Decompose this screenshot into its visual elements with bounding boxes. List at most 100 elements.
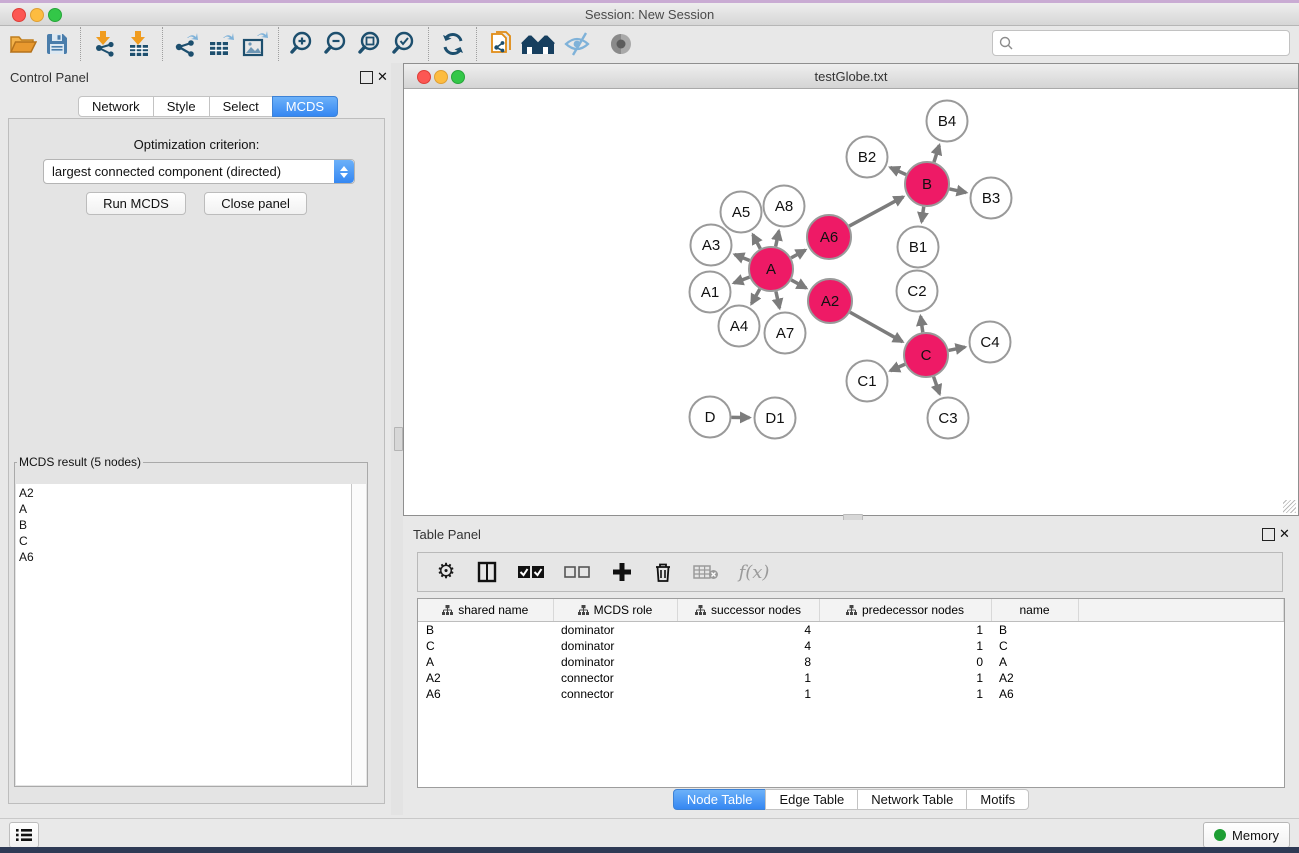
zoom-out-button[interactable] (320, 28, 354, 60)
function-icon: f(x) (739, 562, 770, 583)
table-cell: 4 (677, 622, 819, 639)
import-table-button[interactable] (122, 28, 156, 60)
table-row[interactable]: Bdominator41B (418, 622, 1284, 639)
node-table-container: shared name MCDS role successor nodes pr… (417, 598, 1285, 788)
tab-network[interactable]: Network (78, 96, 154, 117)
column-tree-icon (578, 604, 589, 618)
run-mcds-button[interactable]: Run MCDS (86, 192, 186, 215)
table-row[interactable]: A6connector11A6 (418, 686, 1284, 702)
tab-select[interactable]: Select (209, 96, 273, 117)
first-neighbors-button[interactable] (518, 28, 558, 60)
mcds-result-item[interactable]: A6 (19, 549, 351, 565)
table-row[interactable]: Adominator80A (418, 654, 1284, 670)
table-cell: 1 (677, 686, 819, 702)
save-session-button[interactable] (40, 28, 74, 60)
graph-node-label: B3 (982, 190, 1000, 207)
table-settings-button[interactable]: ⚙ (434, 560, 458, 584)
graph-node-label: A1 (701, 284, 719, 301)
delete-column-button[interactable] (651, 560, 675, 584)
mcds-result-item[interactable]: A2 (19, 485, 351, 501)
table-cell: connector (553, 686, 677, 702)
table-row[interactable]: A2connector11A2 (418, 670, 1284, 686)
create-column-button[interactable] (610, 560, 634, 584)
import-network-button[interactable] (88, 28, 122, 60)
network-canvas[interactable]: B4B2BB3A8A5A6A3B1AA1C2A2A4A7C4CC1C3DD1 (405, 89, 1297, 514)
graph-edge-C-C4 (949, 347, 965, 350)
open-file-button[interactable] (6, 28, 40, 60)
table-toolbar: ⚙ (417, 552, 1283, 592)
column-header-name[interactable]: name (991, 599, 1078, 622)
column-header-predecessor-nodes[interactable]: predecessor nodes (819, 599, 991, 622)
mcds-result-list[interactable]: A2ABCA6 (16, 484, 352, 785)
mcds-result-legend: MCDS result (5 nodes) (17, 455, 143, 469)
show-columns-button[interactable] (475, 560, 499, 584)
table-cell: 8 (677, 654, 819, 670)
graph-node-label: C4 (980, 334, 999, 351)
graph-edge-A-A2 (791, 280, 806, 288)
resize-grip-icon[interactable] (1283, 500, 1296, 513)
close-panel-button[interactable]: Close panel (204, 192, 307, 215)
zoom-in-icon (289, 30, 317, 58)
tab-style[interactable]: Style (153, 96, 210, 117)
export-table-button[interactable] (204, 28, 238, 60)
tab-mcds[interactable]: MCDS (272, 96, 338, 117)
search-input[interactable] (1014, 33, 1289, 53)
table-row[interactable]: Cdominator41C (418, 638, 1284, 654)
table-cell: A6 (991, 686, 1078, 702)
gear-icon: ⚙ (437, 561, 456, 583)
delete-table-button[interactable] (692, 560, 720, 584)
export-image-button[interactable] (238, 28, 272, 60)
tab-node-table[interactable]: Node Table (673, 789, 767, 810)
column-header-shared-name[interactable]: shared name (418, 599, 553, 622)
show-panels-button[interactable] (9, 822, 39, 848)
table-cell: 1 (819, 638, 991, 654)
graph-node-label: A5 (732, 204, 750, 221)
network-window-title: testGlobe.txt (404, 69, 1298, 84)
mcds-button-row: Run MCDS Close panel (9, 192, 384, 215)
network-window-titlebar[interactable]: testGlobe.txt (404, 64, 1298, 89)
graph-node-label: A6 (820, 229, 838, 246)
graph-node-label: A4 (730, 318, 748, 335)
float-panel-icon[interactable] (360, 71, 373, 84)
column-header-successor-nodes[interactable]: successor nodes (677, 599, 819, 622)
mcds-result-item[interactable]: C (19, 533, 351, 549)
control-panel-header: Control Panel ✕ (0, 63, 391, 89)
zoom-selected-button[interactable] (388, 28, 422, 60)
graph-node-label: C2 (907, 283, 926, 300)
refresh-button[interactable] (436, 28, 470, 60)
mcds-result-item[interactable]: B (19, 517, 351, 533)
status-bar: Memory (0, 818, 1299, 848)
function-builder-button[interactable]: f(x) (737, 560, 771, 584)
memory-button[interactable]: Memory (1203, 822, 1290, 848)
optimization-criterion-value: largest connected component (directed) (52, 164, 281, 179)
toolbar-separator (162, 27, 164, 61)
tab-network-table[interactable]: Network Table (857, 789, 967, 810)
duplicate-network-button[interactable] (484, 28, 518, 60)
memory-label: Memory (1232, 828, 1279, 843)
show-all-button[interactable] (600, 28, 642, 60)
zoom-fit-button[interactable] (354, 28, 388, 60)
window-title: Session: New Session (0, 7, 1299, 22)
close-panel-icon[interactable]: ✕ (377, 69, 388, 85)
export-network-button[interactable] (170, 28, 204, 60)
table-cell: A (418, 654, 553, 670)
vertical-split-grip[interactable] (394, 427, 403, 451)
optimization-criterion-select[interactable]: largest connected component (directed) (43, 159, 355, 184)
close-panel-icon[interactable]: ✕ (1279, 526, 1290, 542)
open-folder-icon (9, 32, 37, 56)
mcds-result-scrollbar[interactable] (352, 484, 366, 785)
hide-selected-button[interactable] (558, 28, 600, 60)
mcds-result-item[interactable]: A (19, 501, 351, 517)
graph-edge-B-B4 (934, 145, 939, 162)
tab-motifs[interactable]: Motifs (966, 789, 1029, 810)
select-all-button[interactable] (516, 560, 546, 584)
import-table-icon (126, 30, 152, 58)
float-panel-icon[interactable] (1262, 528, 1275, 541)
tab-edge-table[interactable]: Edge Table (765, 789, 858, 810)
table-panel: Table Panel ✕ ⚙ (403, 520, 1299, 816)
column-header-mcds-role[interactable]: MCDS role (553, 599, 677, 622)
deselect-all-button[interactable] (563, 560, 593, 584)
table-cell (1078, 654, 1284, 670)
zoom-in-button[interactable] (286, 28, 320, 60)
table-cell: dominator (553, 654, 677, 670)
